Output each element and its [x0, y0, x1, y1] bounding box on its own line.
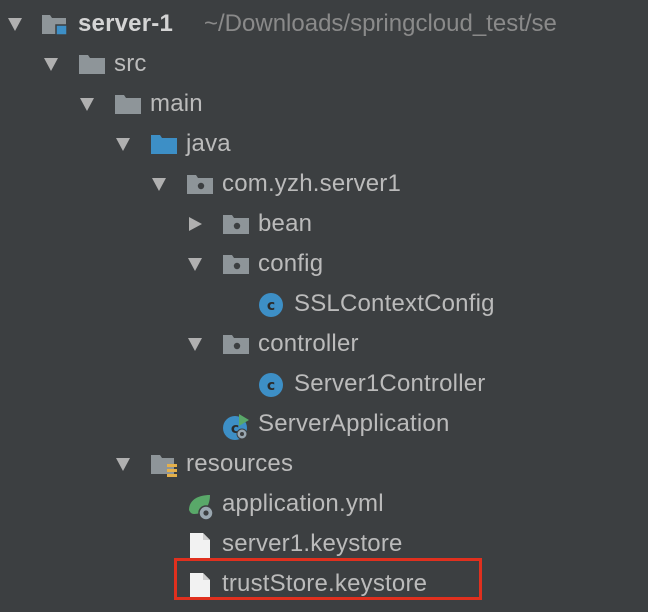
file-icon [188, 532, 214, 559]
tree-label-java: java [186, 130, 231, 157]
tree-row-resources[interactable]: resources [0, 444, 648, 484]
tree-row-server-application[interactable]: c ServerApplication [0, 404, 648, 444]
project-path: ~/Downloads/springcloud_test/se [204, 10, 557, 37]
folder-icon [114, 92, 141, 116]
tree-label-resources: resources [186, 450, 294, 477]
triangle-down-icon[interactable] [43, 56, 59, 72]
tree-row-application-yml[interactable]: application.yml [0, 484, 648, 524]
tree-row-ssl-context-config[interactable]: c SSLContextConfig [0, 284, 648, 324]
source-folder-icon [150, 132, 177, 156]
triangle-right-icon[interactable] [187, 216, 203, 232]
tree-label-src: src [114, 50, 147, 77]
project-name: server-1 [78, 10, 174, 37]
triangle-down-icon[interactable] [115, 456, 131, 472]
tree-label-controller: controller [258, 330, 359, 357]
spring-config-file-icon [186, 492, 214, 521]
tree-row-controller[interactable]: controller [0, 324, 648, 364]
tree-label-application-yml: application.yml [222, 490, 384, 517]
triangle-down-icon[interactable] [115, 136, 131, 152]
tree-row-server1-keystore[interactable]: server1.keystore [0, 524, 648, 564]
module-folder-icon [40, 12, 68, 36]
folder-icon [78, 52, 105, 76]
tree-label-ssl-context-config: SSLContextConfig [294, 290, 495, 317]
tree-label-package: com.yzh.server1 [222, 170, 402, 197]
spring-boot-class-icon: c [222, 412, 249, 440]
class-icon: c [258, 372, 284, 397]
svg-text:c: c [267, 298, 275, 314]
svg-text:c: c [267, 378, 275, 394]
tree-label-server-application: ServerApplication [258, 410, 450, 437]
tree-label-truststore-keystore: trustStore.keystore [222, 570, 428, 597]
triangle-down-icon[interactable] [79, 96, 95, 112]
class-icon: c [258, 292, 284, 317]
project-tree: server-1 ~/Downloads/springcloud_test/se… [0, 0, 648, 612]
triangle-down-icon[interactable] [7, 16, 23, 32]
tree-label-config: config [258, 250, 324, 277]
package-icon [186, 172, 213, 196]
tree-row-bean[interactable]: bean [0, 204, 648, 244]
tree-row-src[interactable]: src [0, 44, 648, 84]
triangle-down-icon[interactable] [151, 176, 167, 192]
package-icon [222, 332, 249, 356]
tree-label-server1-keystore: server1.keystore [222, 530, 403, 557]
resources-folder-icon [150, 452, 177, 477]
triangle-down-icon[interactable] [187, 336, 203, 352]
tree-label-bean: bean [258, 210, 313, 237]
triangle-down-icon[interactable] [187, 256, 203, 272]
tree-row-server-1[interactable]: server-1 ~/Downloads/springcloud_test/se [0, 4, 648, 44]
tree-label-main: main [150, 90, 203, 117]
tree-row-config[interactable]: config [0, 244, 648, 284]
tree-row-truststore-keystore[interactable]: trustStore.keystore [0, 564, 648, 604]
tree-row-package[interactable]: com.yzh.server1 [0, 164, 648, 204]
file-icon [188, 572, 214, 599]
package-icon [222, 252, 249, 276]
tree-label-server1-controller: Server1Controller [294, 370, 486, 397]
tree-row-java[interactable]: java [0, 124, 648, 164]
tree-row-server1-controller[interactable]: c Server1Controller [0, 364, 648, 404]
tree-row-main[interactable]: main [0, 84, 648, 124]
package-icon [222, 212, 249, 236]
